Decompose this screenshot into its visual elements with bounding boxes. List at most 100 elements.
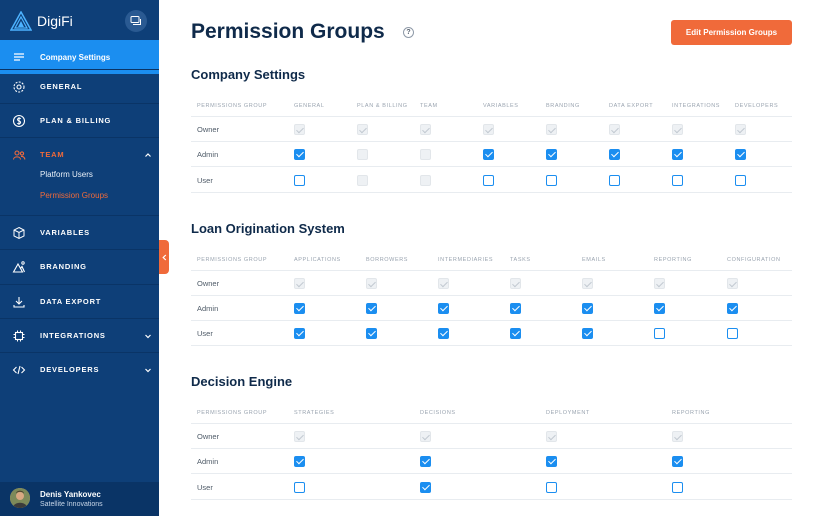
sidebar-subitem-platform-users[interactable]: Platform Users xyxy=(40,170,93,179)
permission-checkbox[interactable] xyxy=(609,175,620,186)
section-title: Decision Engine xyxy=(191,374,293,389)
mountain-icon xyxy=(12,260,26,274)
sidebar-item-branding[interactable]: BRANDING xyxy=(0,249,159,283)
permission-checkbox xyxy=(546,124,557,135)
permission-checkbox[interactable] xyxy=(483,175,494,186)
permission-checkbox xyxy=(546,431,557,442)
row-divider xyxy=(191,473,792,474)
permission-checkbox[interactable] xyxy=(609,149,620,160)
permission-checkbox xyxy=(294,278,305,289)
permission-checkbox xyxy=(672,124,683,135)
permission-checkbox[interactable] xyxy=(546,175,557,186)
row-divider xyxy=(191,270,792,271)
permission-checkbox[interactable] xyxy=(483,149,494,160)
permission-checkbox xyxy=(294,431,305,442)
permission-checkbox[interactable] xyxy=(735,149,746,160)
column-header: Reporting xyxy=(672,410,710,416)
column-header: Intermediaries xyxy=(438,257,494,263)
brand-name: DigiFi xyxy=(37,13,73,29)
permission-checkbox[interactable] xyxy=(294,482,305,493)
permission-checkbox xyxy=(294,124,305,135)
permission-checkbox[interactable] xyxy=(672,456,683,467)
column-header-permissions-group: Permissions Group xyxy=(197,410,268,416)
column-header: Variables xyxy=(483,103,519,109)
permission-checkbox[interactable] xyxy=(654,328,665,339)
chat-button[interactable] xyxy=(125,10,147,32)
permission-checkbox[interactable] xyxy=(546,482,557,493)
column-header: Data Export xyxy=(609,103,654,109)
row-divider xyxy=(191,166,792,167)
row-label: User xyxy=(197,329,213,338)
sidebar-item-team[interactable]: TEAM xyxy=(0,137,159,171)
row-label: Admin xyxy=(197,304,219,313)
permission-checkbox[interactable] xyxy=(735,175,746,186)
chat-icon xyxy=(130,16,141,25)
permission-checkbox[interactable] xyxy=(438,303,449,314)
gear-icon xyxy=(12,80,26,94)
sidebar-item-label: BRANDING xyxy=(40,262,87,271)
permission-checkbox[interactable] xyxy=(672,482,683,493)
sidebar-item-data-export[interactable]: DATA EXPORT xyxy=(0,284,159,318)
sidebar-collapse-button[interactable] xyxy=(159,240,169,274)
code-icon xyxy=(12,363,26,377)
column-header-permissions-group: Permissions Group xyxy=(197,103,268,109)
permission-checkbox[interactable] xyxy=(582,303,593,314)
row-label: Admin xyxy=(197,457,219,466)
section-title: Loan Origination System xyxy=(191,221,345,236)
permission-checkbox xyxy=(727,278,738,289)
permission-checkbox xyxy=(654,278,665,289)
page-title: Permission Groups xyxy=(191,20,385,43)
user-profile[interactable]: Denis Yankovec Satellite Innovations xyxy=(0,482,159,516)
edit-permission-groups-button[interactable]: Edit Permission Groups xyxy=(671,20,792,45)
permission-checkbox[interactable] xyxy=(366,328,377,339)
column-header: Configuration xyxy=(727,257,781,263)
permission-checkbox xyxy=(609,124,620,135)
brand[interactable]: DigiFi xyxy=(10,10,73,32)
permission-checkbox[interactable] xyxy=(294,149,305,160)
permission-checkbox[interactable] xyxy=(420,482,431,493)
permission-checkbox xyxy=(420,124,431,135)
permission-checkbox[interactable] xyxy=(510,303,521,314)
column-header: Applications xyxy=(294,257,341,263)
permission-checkbox[interactable] xyxy=(294,328,305,339)
permission-checkbox[interactable] xyxy=(727,303,738,314)
sidebar-item-integrations[interactable]: INTEGRATIONS xyxy=(0,318,159,352)
permission-checkbox[interactable] xyxy=(438,328,449,339)
permission-checkbox[interactable] xyxy=(546,456,557,467)
permission-checkbox[interactable] xyxy=(546,149,557,160)
column-header: Decisions xyxy=(420,410,456,416)
sidebar-item-general[interactable]: GENERAL xyxy=(0,69,159,103)
section-title: Company Settings xyxy=(191,67,306,82)
sidebar-item-variables[interactable]: VARIABLES xyxy=(0,215,159,249)
permission-checkbox xyxy=(420,175,431,186)
column-header: Strategies xyxy=(294,410,335,416)
column-header: Branding xyxy=(546,103,580,109)
sidebar-item-developers[interactable]: DEVELOPERS xyxy=(0,352,159,386)
permission-checkbox xyxy=(735,124,746,135)
permission-checkbox[interactable] xyxy=(510,328,521,339)
permission-checkbox[interactable] xyxy=(294,303,305,314)
help-icon[interactable]: ? xyxy=(403,27,414,38)
permission-checkbox[interactable] xyxy=(420,456,431,467)
permission-checkbox[interactable] xyxy=(654,303,665,314)
permission-checkbox xyxy=(510,278,521,289)
sidebar-item-label: PLAN & BILLING xyxy=(40,116,112,125)
permission-checkbox[interactable] xyxy=(294,175,305,186)
permission-checkbox[interactable] xyxy=(727,328,738,339)
digifi-logo-icon xyxy=(10,11,32,31)
permission-checkbox[interactable] xyxy=(294,456,305,467)
chevron-left-icon xyxy=(161,254,166,260)
sidebar-item-plan-billing[interactable]: PLAN & BILLING xyxy=(0,103,159,137)
permission-checkbox[interactable] xyxy=(672,149,683,160)
permission-checkbox[interactable] xyxy=(366,303,377,314)
column-header: Reporting xyxy=(654,257,692,263)
permission-checkbox xyxy=(672,431,683,442)
permission-checkbox xyxy=(420,149,431,160)
sidebar-item-label: INTEGRATIONS xyxy=(40,331,106,340)
column-header: Developers xyxy=(735,103,779,109)
permission-checkbox[interactable] xyxy=(582,328,593,339)
permission-checkbox[interactable] xyxy=(672,175,683,186)
user-name: Denis Yankovec xyxy=(40,490,101,499)
row-label: Owner xyxy=(197,432,220,441)
sidebar-subitem-permission-groups[interactable]: Permission Groups xyxy=(40,191,108,200)
